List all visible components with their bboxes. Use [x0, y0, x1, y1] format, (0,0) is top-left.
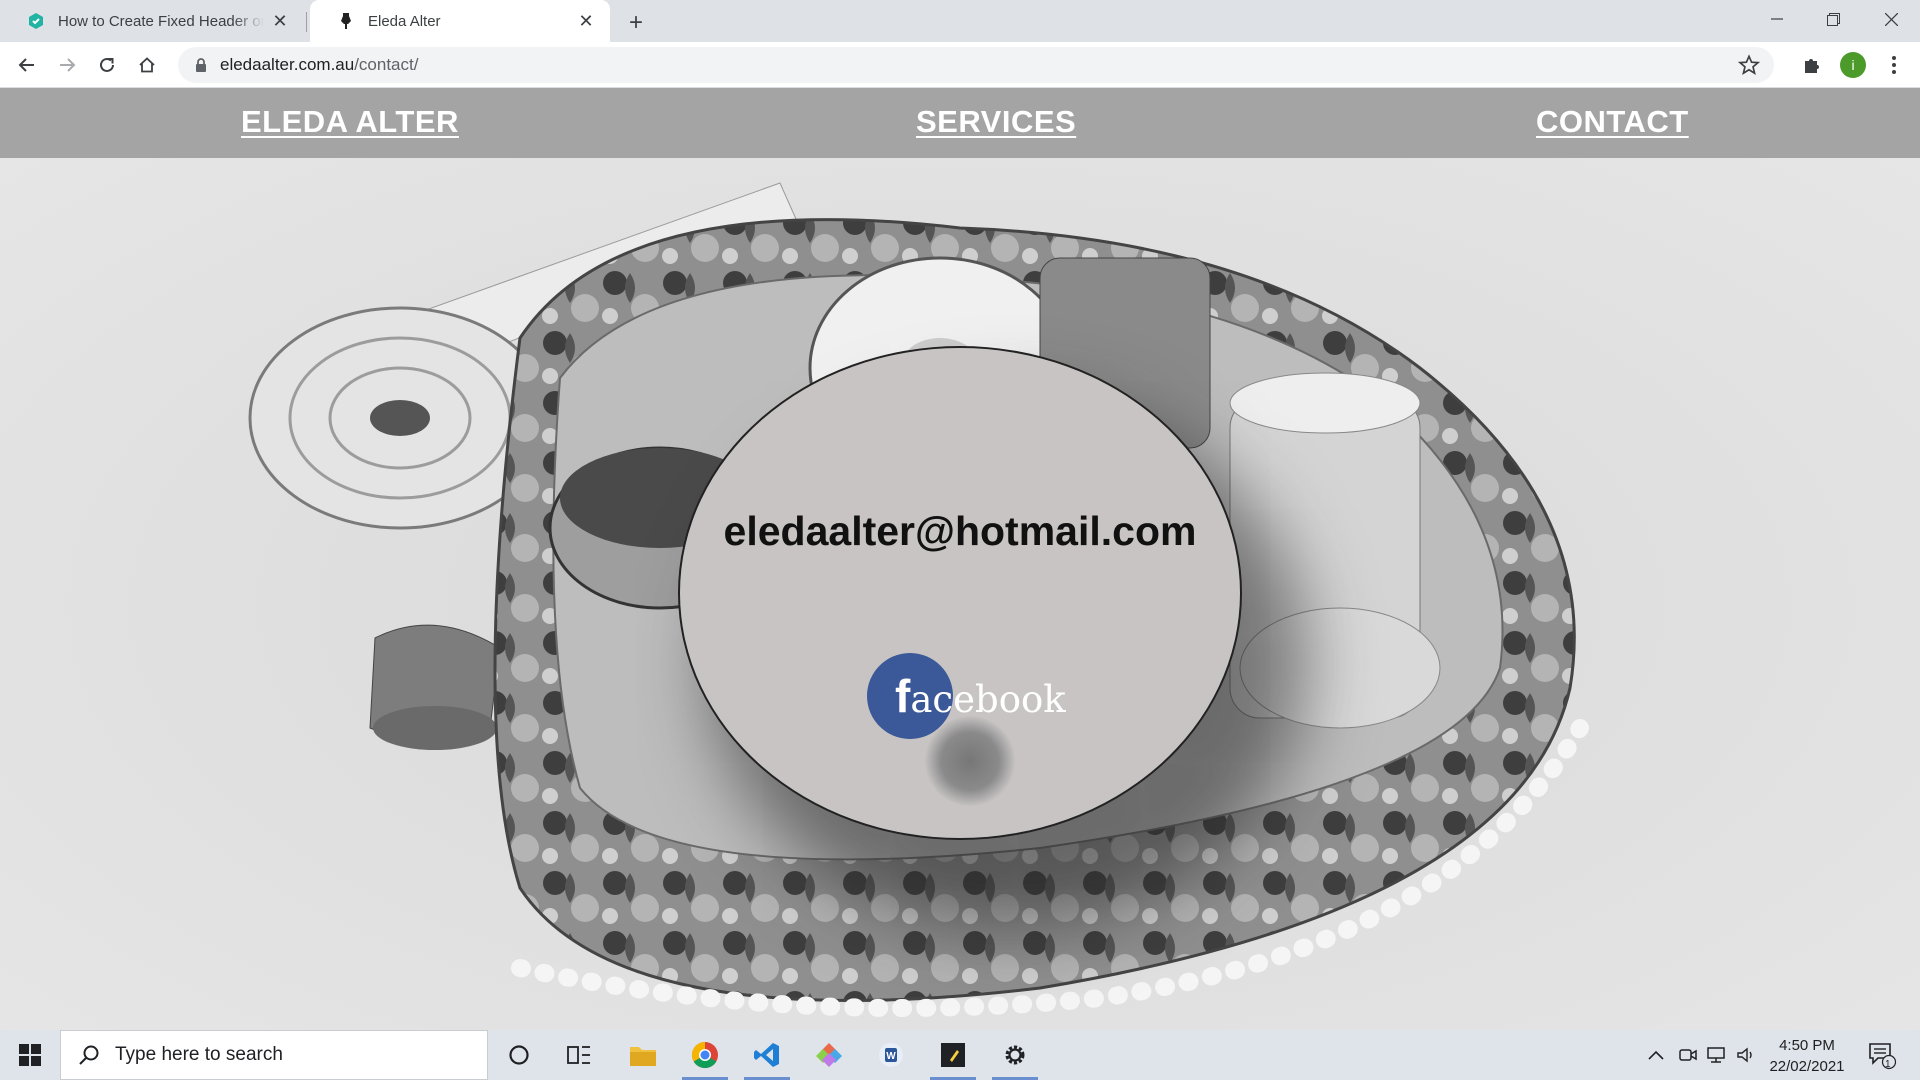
bookmark-star-icon[interactable]	[1737, 54, 1761, 81]
close-tab-icon[interactable]: ✕	[576, 11, 596, 31]
nav-link-contact[interactable]: CONTACT	[1536, 104, 1689, 140]
profile-initial: i	[1840, 52, 1866, 78]
chrome-icon[interactable]	[676, 1030, 734, 1080]
clock-time: 4:50 PM	[1779, 1037, 1835, 1054]
tab-divider	[306, 12, 307, 32]
reload-icon[interactable]	[91, 49, 123, 81]
back-icon[interactable]	[11, 49, 43, 81]
hexagon-app-icon	[26, 11, 46, 31]
nav-link-services[interactable]: SERVICES	[916, 104, 1076, 140]
search-placeholder: Type here to search	[115, 1044, 283, 1065]
url-path: /contact/	[354, 55, 419, 74]
facebook-link[interactable]: facebook	[867, 653, 1066, 739]
taskbar-clock[interactable]: 4:50 PM 22/02/2021	[1762, 1035, 1852, 1077]
browser-tabstrip: How to Create Fixed Header or Footer ✕ E…	[0, 0, 1920, 42]
tab-title: How to Create Fixed Header or Footer	[58, 12, 264, 30]
extensions-puzzle-icon[interactable]	[1796, 49, 1828, 81]
site-nav-bar: ELEDA ALTER SERVICES CONTACT	[0, 88, 1920, 158]
notification-center-icon[interactable]: 1	[1862, 1030, 1902, 1080]
new-tab-button[interactable]: +	[622, 9, 650, 37]
facebook-f-letter: f	[895, 670, 911, 722]
network-icon[interactable]	[1704, 1030, 1730, 1080]
windows-start-icon[interactable]	[0, 1030, 60, 1080]
facebook-wordmark-rest: acebook	[910, 678, 1066, 721]
minimize-icon[interactable]	[1754, 0, 1800, 38]
clock-date: 22/02/2021	[1769, 1058, 1845, 1075]
chevron-up-icon[interactable]	[1644, 1030, 1668, 1080]
settings-gear-icon[interactable]	[986, 1030, 1044, 1080]
contact-email[interactable]: eledaalter@hotmail.com	[678, 508, 1242, 555]
address-bar[interactable]: eledaalter.com.au/contact/	[178, 47, 1774, 83]
facebook-wordmark: facebook	[867, 669, 1066, 723]
word-app-icon[interactable]: W	[862, 1030, 920, 1080]
cortana-icon[interactable]	[490, 1030, 548, 1080]
search-icon	[77, 1044, 101, 1066]
profile-avatar[interactable]: i	[1837, 49, 1869, 81]
windows-taskbar: Type here to search W 4:50 PM 22/02/2021	[0, 1030, 1920, 1080]
webpage-viewport: ELEDA ALTER SERVICES CONTACT eledaalter@…	[0, 88, 1920, 1030]
file-explorer-icon[interactable]	[614, 1030, 672, 1080]
nav-link-home[interactable]: ELEDA ALTER	[241, 104, 459, 140]
kebab-menu-icon[interactable]	[1878, 49, 1910, 81]
close-tab-icon[interactable]: ✕	[270, 11, 290, 31]
close-window-icon[interactable]	[1868, 0, 1914, 38]
browser-tab[interactable]: How to Create Fixed Header or Footer ✕	[0, 0, 304, 42]
vscode-icon[interactable]	[738, 1030, 796, 1080]
browser-tab-active[interactable]: Eleda Alter ✕	[310, 0, 610, 42]
url-text: eledaalter.com.au/contact/	[220, 55, 418, 75]
task-view-icon[interactable]	[550, 1030, 608, 1080]
restore-icon[interactable]	[1810, 0, 1856, 38]
sticky-notes-icon[interactable]	[924, 1030, 982, 1080]
color-app-icon[interactable]	[800, 1030, 858, 1080]
forward-icon[interactable]	[51, 49, 83, 81]
svg-text:W: W	[886, 1051, 896, 1062]
taskbar-search-box[interactable]: Type here to search	[60, 1030, 488, 1080]
home-icon[interactable]	[131, 49, 163, 81]
tab-title: Eleda Alter	[368, 12, 441, 30]
browser-toolbar: eledaalter.com.au/contact/ i	[0, 42, 1920, 88]
dress-form-icon	[336, 11, 356, 31]
notification-count: 1	[1885, 1059, 1891, 1070]
volume-icon[interactable]	[1734, 1030, 1760, 1080]
meet-now-icon[interactable]	[1676, 1030, 1700, 1080]
url-host: eledaalter.com.au	[220, 55, 355, 74]
lock-icon[interactable]	[192, 57, 210, 73]
